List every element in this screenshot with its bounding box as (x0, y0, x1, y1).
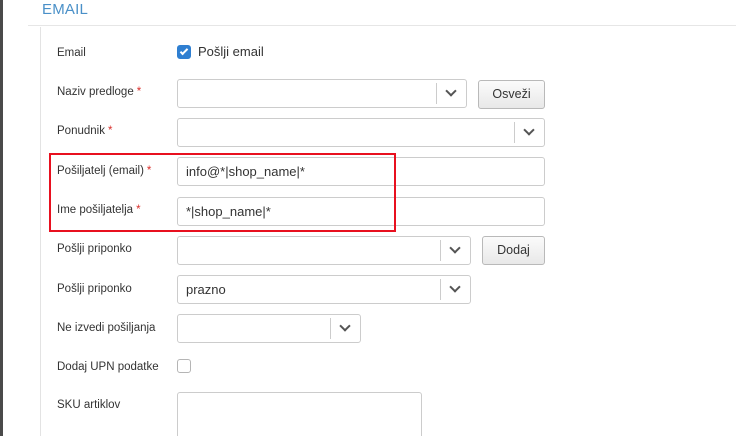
template-name-dropdown-toggle[interactable] (436, 83, 466, 104)
section-title: EMAIL (42, 1, 89, 18)
panel-header: EMAIL (28, 0, 736, 26)
template-name-select[interactable] (177, 79, 467, 108)
provider-label: Ponudnik * (57, 125, 113, 137)
checkmark-icon (179, 46, 189, 56)
sku-label: SKU artiklov (57, 399, 121, 411)
chevron-down-icon (339, 320, 351, 332)
attachment-2-label: Pošlji priponko (57, 283, 132, 295)
attachment-label: Pošlji priponko (57, 243, 132, 255)
chevron-down-icon (445, 85, 457, 97)
skip-sending-select[interactable] (177, 314, 361, 343)
sku-textarea[interactable] (177, 392, 422, 436)
provider-dropdown-toggle[interactable] (514, 122, 544, 143)
add-upn-checkbox[interactable] (177, 359, 191, 373)
skip-sending-label: Ne izvedi pošiljanja (57, 322, 156, 334)
email-label: Email (57, 47, 86, 59)
attachment-select[interactable] (177, 236, 471, 265)
skip-sending-dropdown-toggle[interactable] (330, 318, 360, 339)
chevron-down-icon (449, 242, 461, 254)
refresh-button[interactable]: Osveži (478, 80, 545, 109)
add-attachment-button[interactable]: Dodaj (482, 236, 545, 265)
template-name-label: Naziv predloge * (57, 86, 142, 98)
chevron-down-icon (449, 281, 461, 293)
send-email-checkbox[interactable] (177, 45, 191, 59)
add-upn-label: Dodaj UPN podatke (57, 361, 159, 373)
attachment-2-select[interactable]: prazno (177, 275, 471, 304)
attachment-dropdown-toggle[interactable] (440, 240, 470, 261)
attachment-2-dropdown-toggle[interactable] (440, 279, 470, 300)
send-email-label: Pošlji email (198, 44, 264, 59)
chevron-down-icon (523, 124, 535, 136)
provider-select[interactable] (177, 118, 545, 147)
highlight-box (49, 153, 396, 232)
